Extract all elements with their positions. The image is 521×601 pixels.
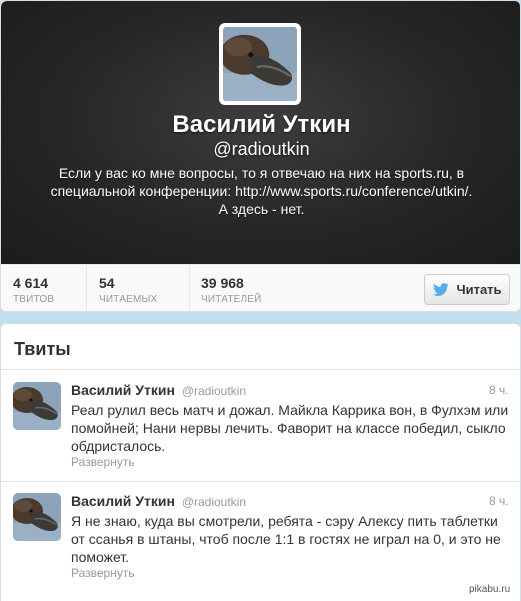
tweet-author-name[interactable]: Василий Уткин bbox=[71, 493, 175, 509]
follow-button-label: Читать bbox=[456, 282, 502, 297]
profile-bio: Если у вас ко мне вопросы, то я отвечаю … bbox=[41, 164, 482, 218]
tweets-section-title: Твиты bbox=[14, 339, 71, 359]
profile-avatar-frame[interactable] bbox=[219, 23, 301, 105]
profile-header: Василий Уткин @radioutkin Если у вас ко … bbox=[1, 1, 520, 264]
tweet-avatar[interactable] bbox=[13, 382, 61, 430]
twitter-bird-icon bbox=[433, 282, 450, 296]
tweet-header: Василий Уткин @radioutkin bbox=[71, 493, 246, 509]
stat-tweets[interactable]: 4 614 ТВИТОВ bbox=[1, 265, 87, 311]
tweet-text: Я не знаю, куда вы смотрели, ребята - сэ… bbox=[71, 513, 501, 565]
tweets-card: Твиты Василий Уткин @radioutkin 8 ч. Реа… bbox=[0, 323, 521, 601]
tweet-header: Василий Уткин @radioutkin bbox=[71, 382, 246, 398]
stat-following[interactable]: 54 ЧИТАЕМЫХ bbox=[87, 265, 190, 311]
bio-line: А здесь - нет. bbox=[218, 201, 305, 217]
profile-screen-name: @radioutkin bbox=[213, 139, 310, 159]
tweet-expand-link[interactable]: Развернуть bbox=[71, 566, 135, 580]
profile-name: Василий Уткин bbox=[172, 111, 351, 138]
profile-card: Василий Уткин @radioutkin Если у вас ко … bbox=[0, 0, 521, 312]
stat-label: ЧИТАЕМЫХ bbox=[99, 294, 158, 305]
tweet-timestamp[interactable]: 8 ч. bbox=[489, 494, 509, 508]
tweet-author-name[interactable]: Василий Уткин bbox=[71, 382, 175, 398]
bio-line: специальной конференции: http://www.spor… bbox=[50, 183, 473, 199]
divider bbox=[1, 369, 520, 370]
divider bbox=[1, 481, 520, 482]
tweet-avatar[interactable] bbox=[13, 493, 61, 541]
stat-value: 54 bbox=[99, 275, 115, 291]
stat-followers[interactable]: 39 968 ЧИТАТЕЛЕЙ bbox=[190, 265, 300, 311]
watermark: pikabu.ru bbox=[467, 584, 513, 595]
profile-avatar[interactable] bbox=[223, 27, 297, 101]
tweet-author-handle[interactable]: @radioutkin bbox=[182, 495, 246, 509]
stats-bar: 4 614 ТВИТОВ 54 ЧИТАЕМЫХ 39 968 ЧИТАТЕЛЕ… bbox=[1, 264, 520, 311]
tweet-text: Реал рулил весь матч и дожал. Майкла Кар… bbox=[71, 402, 509, 454]
stat-value: 4 614 bbox=[13, 275, 49, 291]
tweet-author-handle[interactable]: @radioutkin bbox=[182, 384, 246, 398]
bio-line: Если у вас ко мне вопросы, то я отвечаю … bbox=[58, 165, 465, 181]
stat-label: ТВИТОВ bbox=[13, 294, 55, 305]
follow-button[interactable]: Читать bbox=[424, 274, 510, 305]
tweet-timestamp[interactable]: 8 ч. bbox=[489, 383, 509, 397]
stat-label: ЧИТАТЕЛЕЙ bbox=[201, 294, 262, 305]
stat-value: 39 968 bbox=[201, 275, 244, 291]
tweet-expand-link[interactable]: Развернуть bbox=[71, 455, 135, 469]
